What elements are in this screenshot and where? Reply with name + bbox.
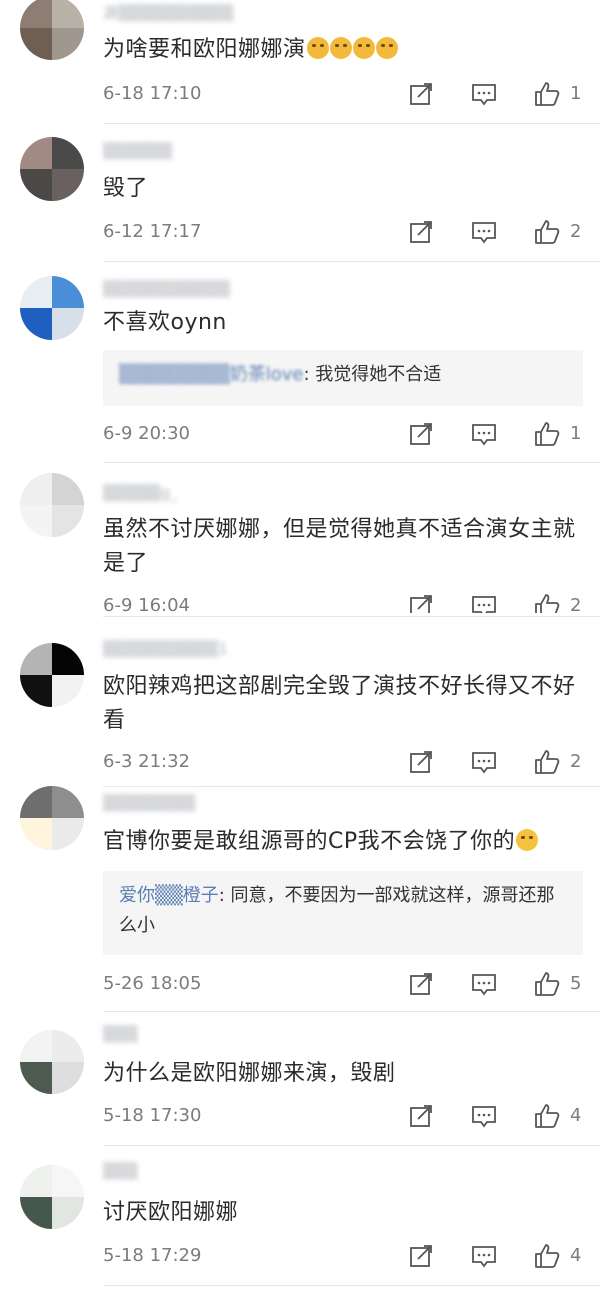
username[interactable]: ▒▒▒: [103, 1162, 138, 1180]
comment-meta: 6-9 16:04 2: [103, 593, 593, 613]
avatar[interactable]: [20, 1165, 84, 1229]
timestamp: 6-3 21:32: [103, 751, 190, 772]
avatar[interactable]: [20, 473, 84, 537]
comment-text: 为什么是欧阳娜娜来演，毁剧: [103, 1061, 396, 1086]
avatar[interactable]: [20, 0, 84, 60]
thumbs-up-icon[interactable]: [534, 81, 560, 107]
thumbs-up-icon[interactable]: [534, 593, 560, 613]
like-count: 2: [570, 221, 582, 242]
divider: [103, 1285, 600, 1286]
share-icon[interactable]: [408, 749, 434, 775]
share-icon[interactable]: [408, 1103, 434, 1129]
comment-text: 为啥要和欧阳娜娜演: [103, 33, 583, 67]
comment-icon[interactable]: [471, 81, 497, 107]
username[interactable]: ▒▒▒▒▒▒▒▒: [103, 794, 195, 812]
username[interactable]: ▒▒▒▒▒g_: [103, 484, 178, 502]
avatar[interactable]: [20, 643, 84, 707]
comment-icon[interactable]: [471, 971, 497, 997]
thumbs-up-icon[interactable]: [534, 1103, 560, 1129]
comment-icon[interactable]: [471, 1243, 497, 1269]
timestamp: 5-18 17:29: [103, 1245, 202, 1266]
comment-meta: 6-12 17:17 2: [103, 219, 593, 247]
like-count: 2: [570, 595, 582, 613]
comment-meta: 5-18 17:30 4: [103, 1103, 593, 1131]
comment-icon[interactable]: [471, 1103, 497, 1129]
divider: [103, 123, 600, 124]
comment-text: 毁了: [103, 176, 149, 201]
comment-text: 官博你要是敢组源哥的CP我不会饶了你的: [103, 825, 583, 859]
share-icon[interactable]: [408, 593, 434, 613]
thumbs-up-icon[interactable]: [534, 1243, 560, 1269]
comment-icon[interactable]: [471, 421, 497, 447]
divider: [103, 462, 600, 463]
comment-icon[interactable]: [471, 593, 497, 613]
divider: [103, 261, 600, 262]
like-count: 2: [570, 751, 582, 772]
share-icon[interactable]: [408, 971, 434, 997]
reply-username[interactable]: 爱你▒▒橙子: [119, 885, 219, 906]
avatar[interactable]: [20, 1030, 84, 1094]
comment-text: 讨厌欧阳娜娜: [103, 1200, 239, 1225]
reply-text: : 我觉得她不合适: [303, 364, 442, 385]
thumbs-up-icon[interactable]: [534, 749, 560, 775]
avatar[interactable]: [20, 137, 84, 201]
share-icon[interactable]: [408, 81, 434, 107]
share-icon[interactable]: [408, 421, 434, 447]
reply-box[interactable]: 爱你▒▒橙子: 同意，不要因为一部戏就这样，源哥还那么小: [103, 871, 583, 955]
like-count: 1: [570, 83, 582, 104]
divider: [103, 616, 600, 617]
comment-text: 不喜欢oynn: [103, 310, 227, 335]
timestamp: 6-12 17:17: [103, 221, 202, 242]
reply-username[interactable]: ▒▒▒▒▒▒▒▒奶茶love: [119, 364, 303, 385]
username[interactable]: ▒▒▒▒▒▒: [103, 142, 172, 160]
like-count: 5: [570, 973, 582, 994]
share-icon[interactable]: [408, 1243, 434, 1269]
username[interactable]: 源▒▒▒▒▒▒▒▒▒▒: [103, 2, 233, 23]
timestamp: 6-9 20:30: [103, 423, 190, 444]
divider: [103, 1145, 600, 1146]
timestamp: 5-26 18:05: [103, 973, 202, 994]
thumbs-up-icon[interactable]: [534, 421, 560, 447]
thumbs-up-icon[interactable]: [534, 219, 560, 245]
reply-box[interactable]: ▒▒▒▒▒▒▒▒奶茶love: 我觉得她不合适: [103, 350, 583, 406]
comment-meta: 5-18 17:29 4: [103, 1243, 593, 1271]
username[interactable]: ▒▒▒▒▒▒▒▒▒▒▒: [103, 280, 230, 298]
avatar[interactable]: [20, 276, 84, 340]
avatar[interactable]: [20, 786, 84, 850]
comment-text: 虽然不讨厌娜娜，但是觉得她真不适合演女主就是了: [103, 517, 576, 576]
comment-text: 欧阳辣鸡把这部剧完全毁了演技不好长得又不好看: [103, 674, 576, 733]
smile-emoji: [516, 829, 539, 851]
like-count: 1: [570, 423, 582, 444]
comment-meta: 6-18 17:10 1: [103, 81, 593, 109]
timestamp: 5-18 17:30: [103, 1105, 202, 1126]
comment-meta: 6-9 20:30 1: [103, 421, 593, 449]
comment-icon[interactable]: [471, 749, 497, 775]
divider: [103, 1011, 600, 1012]
like-count: 4: [570, 1105, 582, 1126]
share-icon[interactable]: [408, 219, 434, 245]
like-count: 4: [570, 1245, 582, 1266]
username[interactable]: ▒▒▒: [103, 1025, 138, 1043]
comment-meta: 5-26 18:05 5: [103, 971, 593, 999]
comment-meta: 6-3 21:32 2: [103, 749, 593, 777]
timestamp: 6-9 16:04: [103, 595, 190, 613]
username[interactable]: ▒▒▒▒▒▒▒▒▒▒1: [103, 640, 228, 658]
timestamp: 6-18 17:10: [103, 83, 202, 104]
crying-emoji: [306, 37, 398, 62]
comment-icon[interactable]: [471, 219, 497, 245]
thumbs-up-icon[interactable]: [534, 971, 560, 997]
divider: [103, 786, 600, 787]
